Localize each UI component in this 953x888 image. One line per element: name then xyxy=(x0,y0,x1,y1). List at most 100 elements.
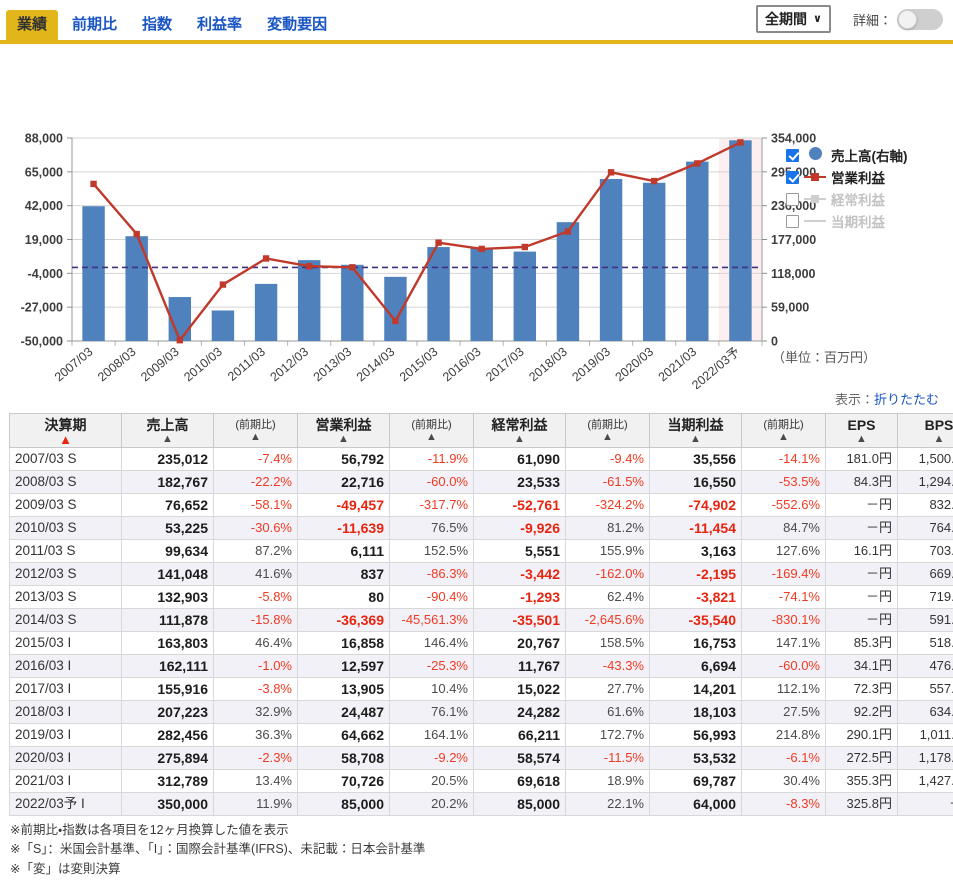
col-header-label: (前期比) xyxy=(587,418,628,431)
sort-arrow-icon[interactable]: ▲ xyxy=(126,434,209,445)
legend-item-operating-profit[interactable]: 営業利益 xyxy=(786,166,908,188)
sort-arrow-icon[interactable]: ▲ xyxy=(394,432,469,443)
cell-sales: 275,894 xyxy=(121,746,214,771)
col-header-ordinary-profit[interactable]: 経常利益 ▲ xyxy=(473,412,566,449)
legend-checkbox[interactable] xyxy=(786,192,799,206)
detail-label: 詳細： xyxy=(852,12,892,28)
cell-period: 2020/03 I xyxy=(9,746,122,771)
cell-bps: 1,500.7円 xyxy=(897,447,953,472)
tab-bar: 業績 前期比 指数 利益率 変動要因 全期間 ∨ 詳細： xyxy=(0,0,953,44)
collapse-link[interactable]: 折りたたむ xyxy=(874,392,939,407)
svg-text:42,000: 42,000 xyxy=(25,199,63,213)
svg-text:59,000: 59,000 xyxy=(771,301,809,315)
period-select[interactable]: 全期間 ∨ xyxy=(756,5,831,33)
cell-net-yoy: 147.1% xyxy=(741,631,826,656)
cell-operating-yoy: 20.2% xyxy=(389,792,474,817)
sort-arrow-icon[interactable]: ▲ xyxy=(746,432,821,443)
cell-period: 2016/03 I xyxy=(9,654,122,679)
legend-checkbox[interactable] xyxy=(786,170,799,184)
col-header-sales[interactable]: 売上高 ▲ xyxy=(121,412,214,449)
col-header-eps[interactable]: EPS ▲ xyxy=(825,412,898,449)
table-row: 2012/03 S 141,048 41.6% 837 -86.3% -3,442 -162… xyxy=(9,562,953,587)
sort-arrow-icon[interactable]: ▲ xyxy=(654,434,737,445)
tab-label: 業績 xyxy=(17,16,48,33)
chart-unit-label: （単位：百万円） xyxy=(772,350,877,365)
legend-item-sales[interactable]: 売上高(右軸) xyxy=(786,144,908,166)
cell-operating-profit: 6,111 xyxy=(297,539,390,564)
tab-shisu[interactable]: 指数 xyxy=(131,10,184,40)
sort-arrow-icon[interactable]: ▲ xyxy=(570,432,645,443)
point-2014/03 xyxy=(392,317,399,325)
col-header-label: 決算期 xyxy=(44,417,87,433)
svg-text:-50,000: -50,000 xyxy=(21,335,63,349)
col-header-ordinary-yoy[interactable]: (前期比) ▲ xyxy=(565,412,650,449)
cell-sales-yoy: -22.2% xyxy=(213,470,298,495)
cell-eps: 72.3円 xyxy=(825,677,898,702)
cell-ordinary-profit: 23,533 xyxy=(473,470,566,495)
col-header-net-profit[interactable]: 当期利益 ▲ xyxy=(649,412,742,449)
cell-bps: 591.8円 xyxy=(897,608,953,633)
col-header-period[interactable]: 決算期 ▲ xyxy=(9,412,122,449)
legend-checkbox[interactable] xyxy=(786,214,799,228)
cell-net-yoy: -53.5% xyxy=(741,470,826,495)
sort-arrow-icon[interactable]: ▲ xyxy=(902,434,953,445)
cell-bps: 764.8円 xyxy=(897,516,953,541)
col-header-sales-yoy[interactable]: (前期比) ▲ xyxy=(213,412,298,449)
svg-text:-27,000: -27,000 xyxy=(21,301,63,315)
cell-operating-profit: 13,905 xyxy=(297,677,390,702)
col-header-operating-yoy[interactable]: (前期比) ▲ xyxy=(389,412,474,449)
cell-net-yoy: -6.1% xyxy=(741,746,826,771)
bar-2015/03 xyxy=(427,247,450,341)
table-row: 2020/03 I 275,894 -2.3% 58,708 -9.2% 58,574 -1… xyxy=(9,746,953,771)
cell-ordinary-yoy: -61.5% xyxy=(565,470,650,495)
cell-ordinary-yoy: 18.9% xyxy=(565,769,650,794)
cell-sales: 99,634 xyxy=(121,539,214,564)
point-2007/03 xyxy=(90,180,97,188)
svg-text:2011/03: 2011/03 xyxy=(225,345,268,384)
legend-item-net-profit[interactable]: 当期利益 xyxy=(786,210,908,232)
legend-checkbox[interactable] xyxy=(786,148,799,162)
cell-sales: 76,652 xyxy=(121,493,214,518)
legend-item-ordinary-profit[interactable]: 経常利益 xyxy=(786,188,908,210)
sort-arrow-icon[interactable]: ▲ xyxy=(14,433,117,446)
svg-text:2018/03: 2018/03 xyxy=(526,345,570,385)
tab-label: 指数 xyxy=(142,16,173,33)
tab-zenkihi[interactable]: 前期比 xyxy=(61,10,129,40)
cell-period: 2017/03 I xyxy=(9,677,122,702)
sort-arrow-icon[interactable]: ▲ xyxy=(830,434,893,445)
tab-hendoyoin[interactable]: 変動要因 xyxy=(256,10,339,40)
cell-period: 2010/03 S xyxy=(9,516,122,541)
cell-bps: 476.6円 xyxy=(897,654,953,679)
tab-riekiritsu[interactable]: 利益率 xyxy=(186,10,254,40)
cell-sales: 235,012 xyxy=(121,447,214,472)
col-header-operating-profit[interactable]: 営業利益 ▲ xyxy=(297,412,390,449)
col-header-label: 当期利益 xyxy=(667,417,724,433)
cell-operating-profit: 22,716 xyxy=(297,470,390,495)
detail-toggle-switch[interactable] xyxy=(897,8,943,30)
point-2008/03 xyxy=(133,230,140,238)
sort-arrow-icon[interactable]: ▲ xyxy=(478,434,561,445)
svg-text:2015/03: 2015/03 xyxy=(397,345,441,385)
chevron-down-icon: ∨ xyxy=(813,12,822,25)
col-header-net-yoy[interactable]: (前期比) ▲ xyxy=(741,412,826,449)
cell-ordinary-profit: -52,761 xyxy=(473,493,566,518)
chart-container: -50,000 -27,000 -4,000 19,000 42,000 65,000 88… xyxy=(0,44,953,390)
cell-sales: 350,000 xyxy=(121,792,214,817)
table-body: 2007/03 S 235,012 -7.4% 56,792 -11.9% 61,090-… xyxy=(9,447,953,817)
chart-legend: 売上高(右軸) 営業利益 経常利益 当期利益 xyxy=(786,144,908,232)
sort-arrow-icon[interactable]: ▲ xyxy=(218,432,293,443)
cell-net-yoy: -8.3% xyxy=(741,792,826,817)
cell-period: 2022/03予 I xyxy=(9,792,122,817)
sort-arrow-icon[interactable]: ▲ xyxy=(302,434,385,445)
bar-2019/03 xyxy=(599,179,623,341)
point-2022/03予 xyxy=(737,139,744,146)
tab-gyoseki[interactable]: 業績 xyxy=(6,10,59,40)
cell-ordinary-profit: -9,926 xyxy=(473,516,566,541)
cell-net-yoy: 112.1% xyxy=(741,677,826,702)
cell-sales-yoy: -3.8% xyxy=(213,677,298,702)
cell-net-yoy: 127.6% xyxy=(741,539,826,564)
cell-sales-yoy: -1.0% xyxy=(213,654,298,679)
cell-sales: 155,916 xyxy=(121,677,214,702)
point-2016/03 xyxy=(478,245,485,253)
col-header-bps[interactable]: BPS ▲ xyxy=(897,412,953,449)
